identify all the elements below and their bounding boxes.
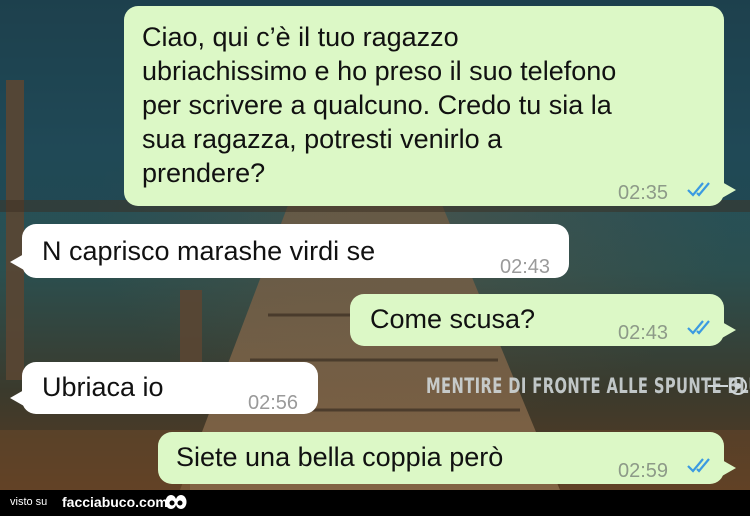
message-timestamp: 02:56 (248, 392, 299, 414)
message-bubble-outgoing[interactable]: Siete una bella coppia però 02:59 (158, 432, 736, 484)
footer-prefix: visto su (10, 496, 48, 508)
message-text: Ubriaca io (42, 372, 164, 402)
watermark-text: MENTIRE DI FRONTE ALLE SPUNTE BLU (426, 374, 750, 398)
message-bubble-incoming[interactable]: N caprisco marashe virdi se 02:43 (10, 224, 569, 278)
message-text: N caprisco marashe virdi se (42, 236, 376, 266)
message-bubble-incoming[interactable]: Ubriaca io 02:56 (10, 362, 318, 414)
footer-site-link[interactable]: facciabuco.com (62, 494, 168, 510)
message-bubble-outgoing[interactable]: Ciao, qui c’è il tuo ragazzo ubriachissi… (124, 6, 736, 206)
message-timestamp: 02:43 (500, 256, 551, 278)
eyes-logo-icon (165, 495, 187, 509)
footer-bar: visto su facciabuco.com (0, 490, 750, 516)
message-timestamp: 02:59 (618, 460, 669, 482)
read-receipt-icon (687, 320, 710, 335)
message-timestamp: 02:43 (618, 322, 669, 344)
read-receipt-icon (687, 458, 710, 473)
message-bubble-outgoing[interactable]: Come scusa? 02:43 (350, 294, 736, 346)
read-receipt-icon (687, 182, 710, 197)
message-timestamp: 02:35 (618, 182, 669, 204)
message-text: Come scusa? (370, 304, 536, 334)
eye-logo-icon (708, 377, 747, 395)
message-text: Ciao, qui c’è il tuo ragazzo ubriachissi… (142, 22, 617, 188)
message-text: Siete una bella coppia però (176, 442, 504, 472)
